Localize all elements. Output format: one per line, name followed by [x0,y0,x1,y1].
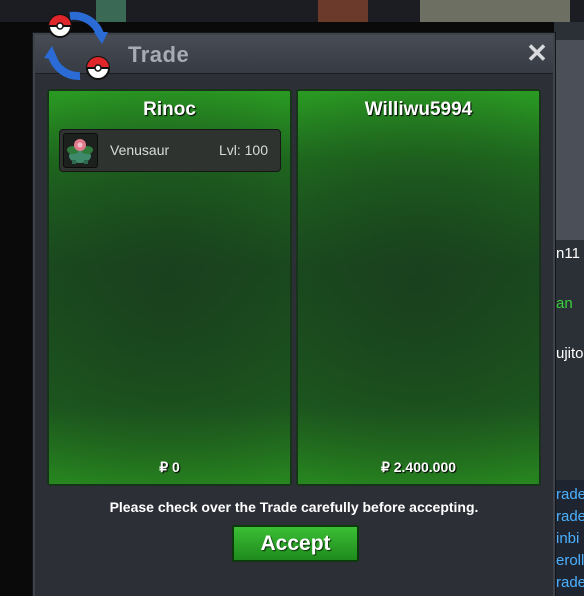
my-money-offer: ₽ 0 [159,459,180,475]
venusaur-icon [63,133,98,168]
partner-offer-panel: Williwu5994 ₽ 2.400.000 [296,89,541,486]
trade-item-slot[interactable]: Venusaur Lvl: 100 [59,129,281,172]
trade-logo-icon [44,11,110,80]
partner-money-offer: ₽ 2.400.000 [380,459,457,475]
game-tile [318,0,368,22]
side-player-name: n11 [556,245,580,262]
my-player-name: Rinoc [143,99,196,120]
trade-window: Trade ✕ Rinoc Venusaur Lvl: 100 ₽ 0 Will… [33,33,555,596]
chat-line: rade [556,574,584,591]
close-button[interactable]: ✕ [525,40,549,66]
game-world-sprite-area [554,40,584,240]
chat-line: inbi [556,530,580,547]
accept-button[interactable]: Accept [232,525,359,562]
game-tile [420,0,570,22]
chat-line: eroll [556,552,584,569]
trade-notice: Please check over the Trade carefully be… [109,499,479,515]
item-level: Lvl: 100 [218,142,268,158]
partner-player-name: Williwu5994 [364,99,473,120]
side-player-name: ujito [556,345,584,362]
side-player-name: an [556,295,573,312]
chat-line: rade [556,508,584,525]
chat-line: rade [556,486,584,503]
item-name: Venusaur [110,142,170,158]
my-offer-panel: Rinoc Venusaur Lvl: 100 ₽ 0 [47,89,292,486]
window-title: Trade [128,42,190,67]
